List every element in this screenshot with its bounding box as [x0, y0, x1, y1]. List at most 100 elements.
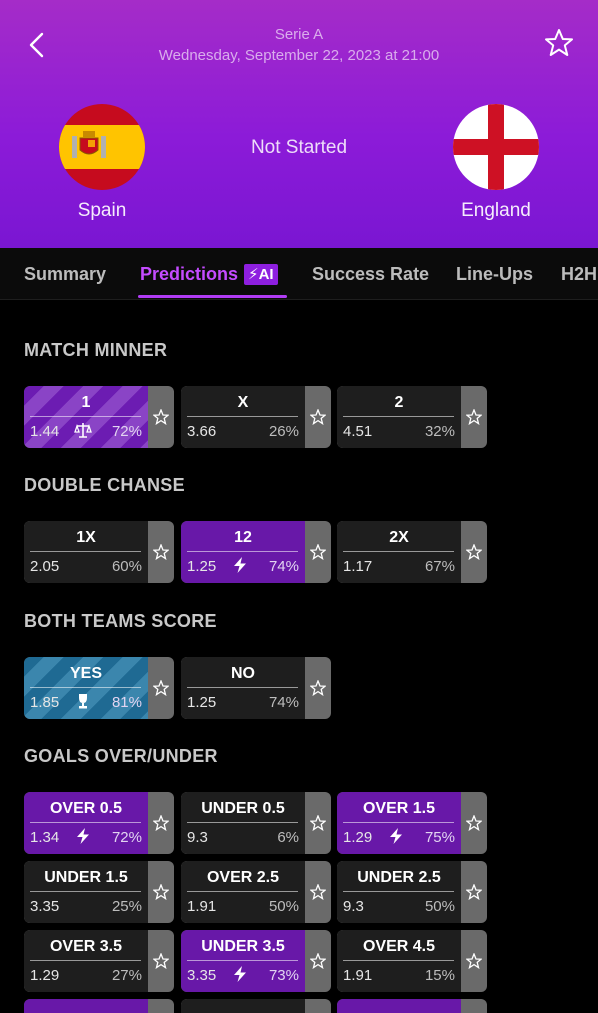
prediction-card-body[interactable]: OVER 1.5 1.29 75%	[337, 792, 461, 854]
star-icon[interactable]	[153, 680, 169, 696]
star-icon[interactable]	[466, 884, 482, 900]
balance-scale-icon	[74, 423, 92, 438]
tab-predictions-label: Predictions	[140, 264, 239, 284]
prediction-percentage: 6%	[277, 829, 299, 846]
star-icon[interactable]	[310, 815, 326, 831]
lightning-icon	[234, 557, 246, 573]
prediction-card-under-3-5[interactable]: UNDER 3.5 3.35 73%	[181, 930, 331, 992]
prediction-card-2[interactable]: 2 4.51 32%	[337, 386, 487, 448]
prediction-card-body[interactable]: 1X 2.05 60%	[24, 521, 148, 583]
prediction-percentage: 73%	[268, 967, 299, 984]
tab-h2h[interactable]: H2H	[561, 264, 597, 285]
prediction-label: OVER 0.5	[49, 800, 123, 817]
card-divider	[187, 822, 298, 823]
star-icon[interactable]	[153, 953, 169, 969]
tab-lineups[interactable]: Line-Ups	[456, 264, 533, 285]
star-icon[interactable]	[310, 884, 326, 900]
card-divider	[187, 891, 298, 892]
card-divider	[343, 891, 454, 892]
prediction-card-over-4-5[interactable]: OVER 4.5 1.91 15%	[337, 930, 487, 992]
prediction-card-body[interactable]: UNDER 1.5 3.35 25%	[24, 861, 148, 923]
prediction-card-1[interactable]: 1 1.44 72%	[24, 386, 174, 448]
prediction-card-1x[interactable]: 1X 2.05 60%	[24, 521, 174, 583]
prediction-card-under-1-5[interactable]: UNDER 1.5 3.35 25%	[24, 861, 174, 923]
card-divider	[187, 551, 298, 552]
star-icon[interactable]	[310, 680, 326, 696]
prediction-odds: 4.51	[343, 423, 373, 440]
prediction-label: OVER 2.5	[206, 869, 280, 886]
prediction-card-body[interactable]: UNDER 2.5 9.3 50%	[337, 861, 461, 923]
prediction-card-body[interactable]: NO 1.25 74%	[181, 657, 305, 719]
star-icon[interactable]	[153, 409, 169, 425]
tab-predictions[interactable]: Predictions ⚡AI	[140, 264, 278, 285]
tab-summary[interactable]: Summary	[24, 264, 106, 285]
star-icon[interactable]	[466, 409, 482, 425]
prediction-odds: 1.29	[343, 829, 373, 846]
star-icon[interactable]	[466, 815, 482, 831]
prediction-card-2x[interactable]: 2X 1.17 67%	[337, 521, 487, 583]
star-icon[interactable]	[466, 953, 482, 969]
prediction-card-body[interactable]: 2X 1.17 67%	[337, 521, 461, 583]
tab-success-rate[interactable]: Success Rate	[312, 264, 429, 285]
prediction-odds: 3.35	[30, 898, 60, 915]
star-icon[interactable]	[153, 544, 169, 560]
prediction-percentage: 50%	[268, 898, 299, 915]
card-divider	[30, 960, 141, 961]
home-team-name[interactable]: Spain	[32, 200, 172, 222]
prediction-label: UNDER 2.5	[357, 869, 441, 886]
prediction-label: 2	[394, 394, 404, 411]
prediction-percentage: 15%	[424, 967, 455, 984]
prediction-percentage: 67%	[424, 558, 455, 575]
favorite-star-icon[interactable]	[544, 28, 574, 58]
prediction-card-body[interactable]: X 3.66 26%	[181, 386, 305, 448]
prediction-card-body[interactable]: UNDER 0.5 9.3 6%	[181, 792, 305, 854]
star-icon[interactable]	[310, 544, 326, 560]
star-icon[interactable]	[310, 953, 326, 969]
prediction-card-12[interactable]: 12 1.25 74%	[181, 521, 331, 583]
prediction-card-body[interactable]	[24, 999, 148, 1013]
prediction-label: UNDER 0.5	[201, 800, 285, 817]
prediction-card-under-2-5[interactable]: UNDER 2.5 9.3 50%	[337, 861, 487, 923]
prediction-card-x[interactable]: X 3.66 26%	[181, 386, 331, 448]
section-title-goals-over-under: GOALS OVER/UNDER	[24, 746, 218, 766]
prediction-card-row4-b[interactable]	[181, 999, 331, 1013]
away-team-name[interactable]: England	[426, 200, 566, 222]
section-title-match-winner: MATCH MINNER	[24, 340, 168, 360]
prediction-card-body[interactable]: OVER 3.5 1.29 27%	[24, 930, 148, 992]
prediction-card-body[interactable]	[181, 999, 305, 1013]
prediction-card-over-0-5[interactable]: OVER 0.5 1.34 72%	[24, 792, 174, 854]
prediction-card-body[interactable]: 12 1.25 74%	[181, 521, 305, 583]
prediction-label: 2X	[389, 529, 409, 546]
star-icon[interactable]	[466, 544, 482, 560]
prediction-card-body[interactable]: YES 1.85 81%	[24, 657, 148, 719]
prediction-card-under-0-5[interactable]: UNDER 0.5 9.3 6%	[181, 792, 331, 854]
prediction-odds: 1.34	[30, 829, 60, 846]
prediction-card-body[interactable]: UNDER 3.5 3.35 73%	[181, 930, 305, 992]
prediction-card-body[interactable]: 2 4.51 32%	[337, 386, 461, 448]
prediction-percentage: 27%	[111, 967, 142, 984]
prediction-card-body[interactable]: 1 1.44 72%	[24, 386, 148, 448]
prediction-card-body[interactable]: OVER 0.5 1.34 72%	[24, 792, 148, 854]
lightning-icon	[77, 828, 89, 844]
prediction-label: YES	[69, 665, 102, 682]
star-icon[interactable]	[153, 815, 169, 831]
star-icon[interactable]	[310, 409, 326, 425]
prediction-card-body[interactable]: OVER 2.5 1.91 50%	[181, 861, 305, 923]
prediction-card-body[interactable]: OVER 4.5 1.91 15%	[337, 930, 461, 992]
england-flag	[453, 104, 539, 190]
card-divider	[30, 551, 141, 552]
prediction-card-over-3-5[interactable]: OVER 3.5 1.29 27%	[24, 930, 174, 992]
prediction-card-no[interactable]: NO 1.25 74%	[181, 657, 331, 719]
prediction-odds: 1.44	[30, 423, 60, 440]
prediction-card-yes[interactable]: YES 1.85 81%	[24, 657, 174, 719]
prediction-percentage: 60%	[111, 558, 142, 575]
prediction-card-body[interactable]	[337, 999, 461, 1013]
tab-bar: Summary Predictions ⚡AI Success Rate Line…	[0, 248, 598, 300]
section-title-double-chance: DOUBLE CHANSE	[24, 475, 185, 495]
ai-badge: ⚡AI	[244, 264, 278, 285]
star-icon[interactable]	[153, 884, 169, 900]
prediction-card-row4-a[interactable]	[24, 999, 174, 1013]
prediction-card-over-2-5[interactable]: OVER 2.5 1.91 50%	[181, 861, 331, 923]
prediction-card-row4-c[interactable]	[337, 999, 487, 1013]
prediction-card-over-1-5[interactable]: OVER 1.5 1.29 75%	[337, 792, 487, 854]
